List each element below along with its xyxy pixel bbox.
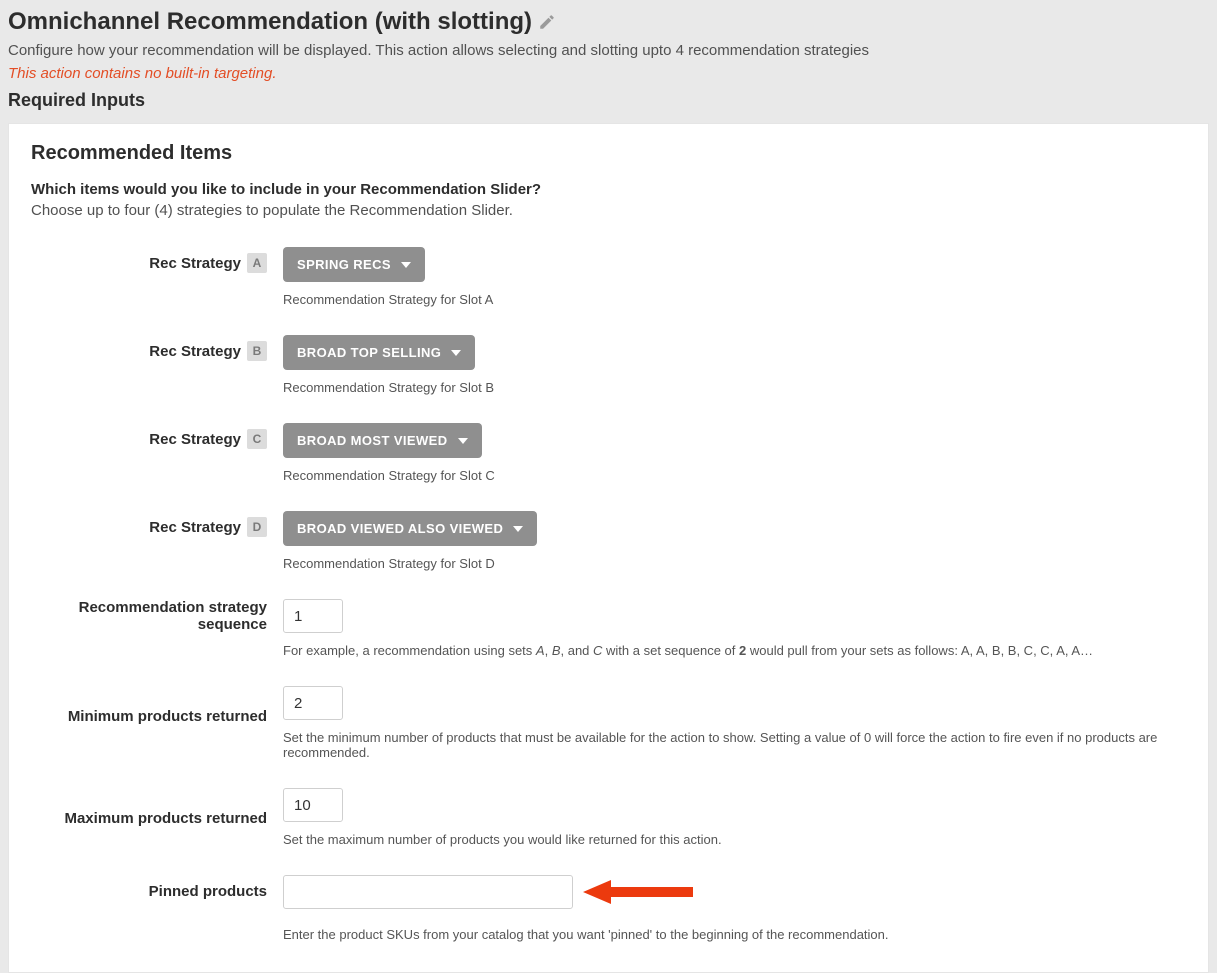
pinned-help: Enter the product SKUs from your catalog… xyxy=(283,927,1163,942)
sequence-input[interactable] xyxy=(283,599,343,633)
page-title: Omnichannel Recommendation (with slottin… xyxy=(8,8,532,36)
targeting-warning: This action contains no built-in targeti… xyxy=(8,65,1209,82)
recommended-items-panel: Recommended Items Which items would you … xyxy=(8,123,1209,973)
chevron-down-icon xyxy=(401,260,411,270)
required-inputs-heading: Required Inputs xyxy=(8,90,1209,111)
edit-icon[interactable] xyxy=(538,13,556,31)
chevron-down-icon xyxy=(451,348,461,358)
pinned-input[interactable] xyxy=(283,875,573,909)
left-arrow-icon xyxy=(583,880,693,904)
panel-heading: Recommended Items xyxy=(31,142,1186,165)
strategy-a-dropdown[interactable]: SPRING RECS xyxy=(283,247,425,282)
max-input[interactable] xyxy=(283,788,343,822)
strategy-c-dropdown[interactable]: BROAD MOST VIEWED xyxy=(283,423,482,458)
strategy-b-value: BROAD TOP SELLING xyxy=(297,345,441,360)
chevron-down-icon xyxy=(513,524,523,534)
min-input[interactable] xyxy=(283,686,343,720)
strategy-c-label: Rec Strategy xyxy=(149,431,241,448)
max-help: Set the maximum number of products you w… xyxy=(283,832,1163,847)
slot-a-badge: A xyxy=(247,253,267,273)
pinned-label: Pinned products xyxy=(149,883,267,900)
min-help: Set the minimum number of products that … xyxy=(283,730,1163,760)
strategy-d-help: Recommendation Strategy for Slot D xyxy=(283,556,1186,571)
strategy-a-help: Recommendation Strategy for Slot A xyxy=(283,292,1186,307)
sequence-help: For example, a recommendation using sets… xyxy=(283,643,1163,658)
slot-b-badge: B xyxy=(247,341,267,361)
slot-c-badge: C xyxy=(247,429,267,449)
strategy-c-value: BROAD MOST VIEWED xyxy=(297,433,448,448)
max-label: Maximum products returned xyxy=(64,810,267,827)
strategy-d-label: Rec Strategy xyxy=(149,519,241,536)
page-subtitle: Configure how your recommendation will b… xyxy=(8,42,1209,59)
strategy-b-help: Recommendation Strategy for Slot B xyxy=(283,380,1186,395)
strategy-b-label: Rec Strategy xyxy=(149,343,241,360)
panel-question: Which items would you like to include in… xyxy=(31,181,1186,198)
strategy-c-help: Recommendation Strategy for Slot C xyxy=(283,468,1186,483)
strategy-b-dropdown[interactable]: BROAD TOP SELLING xyxy=(283,335,475,370)
strategy-d-dropdown[interactable]: BROAD VIEWED ALSO VIEWED xyxy=(283,511,537,546)
slot-d-badge: D xyxy=(247,517,267,537)
sequence-label: Recommendation strategy sequence xyxy=(31,599,267,633)
strategy-a-label: Rec Strategy xyxy=(149,255,241,272)
strategy-a-value: SPRING RECS xyxy=(297,257,391,272)
panel-instruction: Choose up to four (4) strategies to popu… xyxy=(31,202,1186,219)
chevron-down-icon xyxy=(458,436,468,446)
strategy-d-value: BROAD VIEWED ALSO VIEWED xyxy=(297,521,503,536)
min-label: Minimum products returned xyxy=(68,708,267,725)
